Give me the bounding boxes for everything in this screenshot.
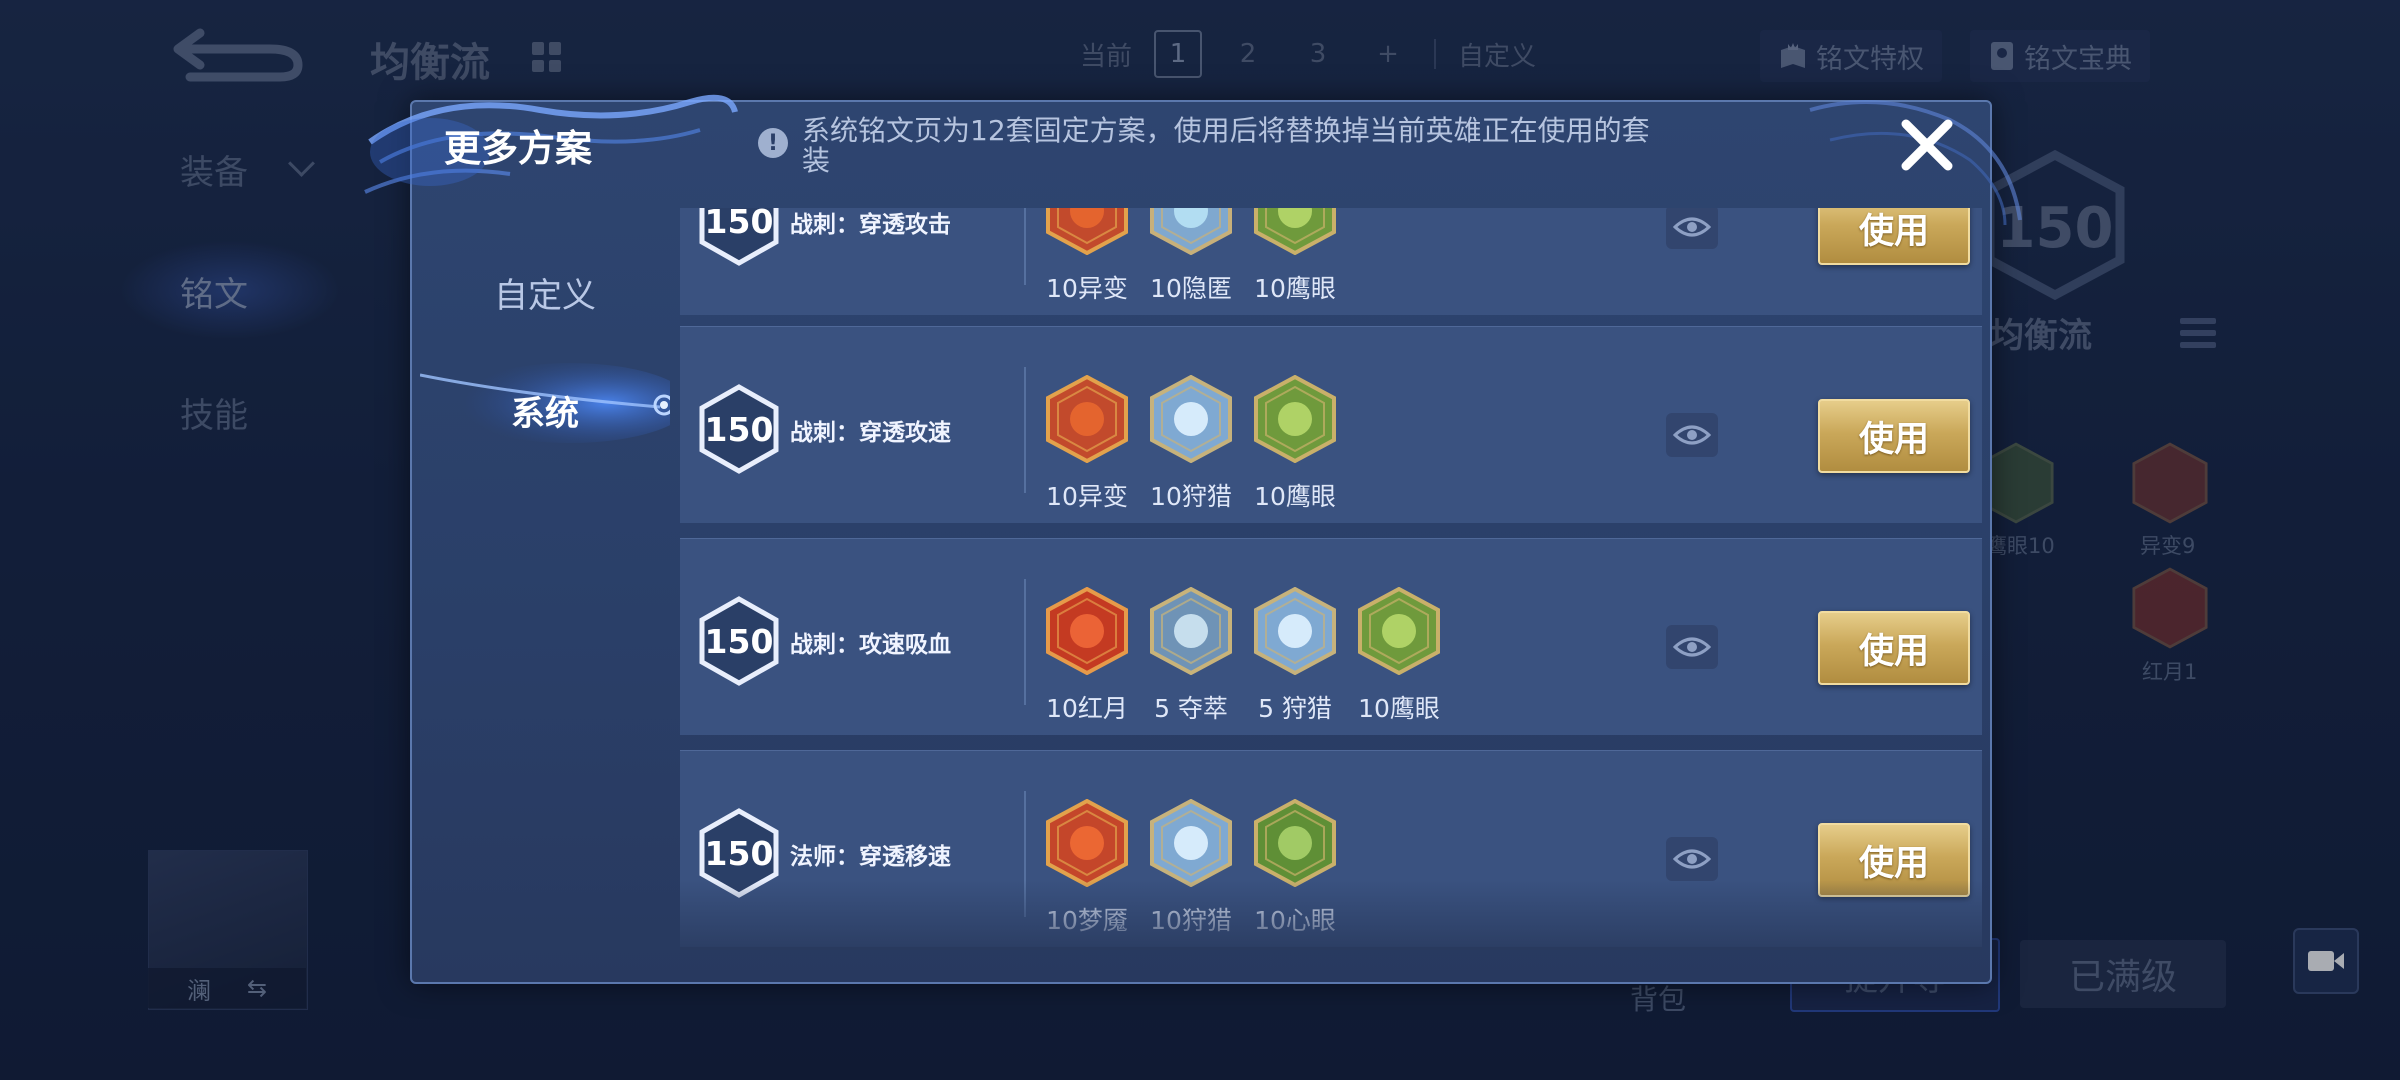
scheme-name: 法师：穿透移速 [790,844,951,870]
tab-system[interactable]: 系统 [420,386,670,435]
gem-label: 10心眼 [1254,906,1336,935]
gem-label: 10隐匿 [1150,274,1232,303]
hongyue-gem-icon [1046,587,1128,675]
gem-label: 10梦魇 [1046,906,1128,935]
gem-label: 10狩猎 [1150,482,1232,511]
scheme-row: 150 战刺：穿透攻击 10异变 10隐匿 10鹰眼 使用 [680,208,1982,315]
info-icon: ! [758,128,788,158]
scheme-row: 150 战刺：攻速吸血 10红月 5 夺萃 5 狩猎 10鹰眼 使用 [680,538,1982,735]
gem-label: 10鹰眼 [1254,274,1336,303]
yinni-gem-icon [1150,208,1232,255]
scheme-name: 战刺：穿透攻速 [790,420,951,446]
gem-label: 10鹰眼 [1358,694,1440,723]
scheme-name: 战刺：攻速吸血 [790,632,951,658]
row-divider [1024,208,1026,285]
level-wrap: 150 [698,807,780,899]
shoulie-gem-icon [1150,799,1232,887]
yingyan-gem-icon [1358,587,1440,675]
level-wrap: 150 [698,595,780,687]
notice-text: 系统铭文页为12套固定方案，使用后将替换掉当前英雄正在使用的套装 [802,114,1650,177]
dialog-title: 更多方案 [444,127,592,170]
gem-label: 10红月 [1046,694,1128,723]
scheme-row: 150 战刺：穿透攻速 10异变 10狩猎 10鹰眼 使用 [680,326,1982,523]
use-button[interactable]: 使用 [1818,208,1970,265]
scheme-level: 150 [704,410,774,449]
gem-label: 10异变 [1046,482,1128,511]
level-wrap: 150 [698,383,780,475]
row-divider [1024,791,1026,917]
eye-icon [1673,425,1711,445]
scheme-name: 战刺：穿透攻击 [790,212,951,238]
eye-icon [1673,217,1711,237]
use-button[interactable]: 使用 [1818,823,1970,897]
row-divider [1024,367,1026,493]
preview-button[interactable] [1666,208,1718,249]
yibian-gem-icon [1046,208,1128,255]
duocui-gem-icon [1150,587,1232,675]
gem-label: 10狩猎 [1150,906,1232,935]
xinyan-gem-icon [1254,799,1336,887]
scheme-level: 150 [704,622,774,661]
gem-label: 10鹰眼 [1254,482,1336,511]
preview-button[interactable] [1666,625,1718,669]
gem-label: 5 夺萃 [1154,694,1228,723]
preview-button[interactable] [1666,413,1718,457]
yingyan-gem-icon [1254,375,1336,463]
notice: ! 系统铭文页为12套固定方案，使用后将替换掉当前英雄正在使用的套装 [758,116,1658,176]
tab-custom[interactable]: 自定义 [420,268,670,317]
preview-button[interactable] [1666,837,1718,881]
scheme-row: 150 法师：穿透移速 10梦魇 10狩猎 10心眼 使用 [680,750,1982,947]
scheme-level: 150 [704,208,774,241]
yingyan-gem-icon [1254,208,1336,255]
shoulie-gem-icon [1150,375,1232,463]
gem-label: 10异变 [1046,274,1128,303]
shoulie-gem-icon [1254,587,1336,675]
level-wrap: 150 [698,208,780,267]
gem-label: 5 狩猎 [1258,694,1332,723]
row-divider [1024,579,1026,705]
eye-icon [1673,637,1711,657]
use-button[interactable]: 使用 [1818,611,1970,685]
yibian-gem-icon [1046,375,1128,463]
eye-icon [1673,849,1711,869]
scheme-list[interactable]: 150 战刺：穿透攻击 10异变 10隐匿 10鹰眼 使用 150 战刺：穿透攻速 10异变 10… [680,208,1982,950]
use-button[interactable]: 使用 [1818,399,1970,473]
close-icon[interactable] [1894,112,1960,178]
scheme-level: 150 [704,834,774,873]
mengyan-gem-icon [1046,799,1128,887]
